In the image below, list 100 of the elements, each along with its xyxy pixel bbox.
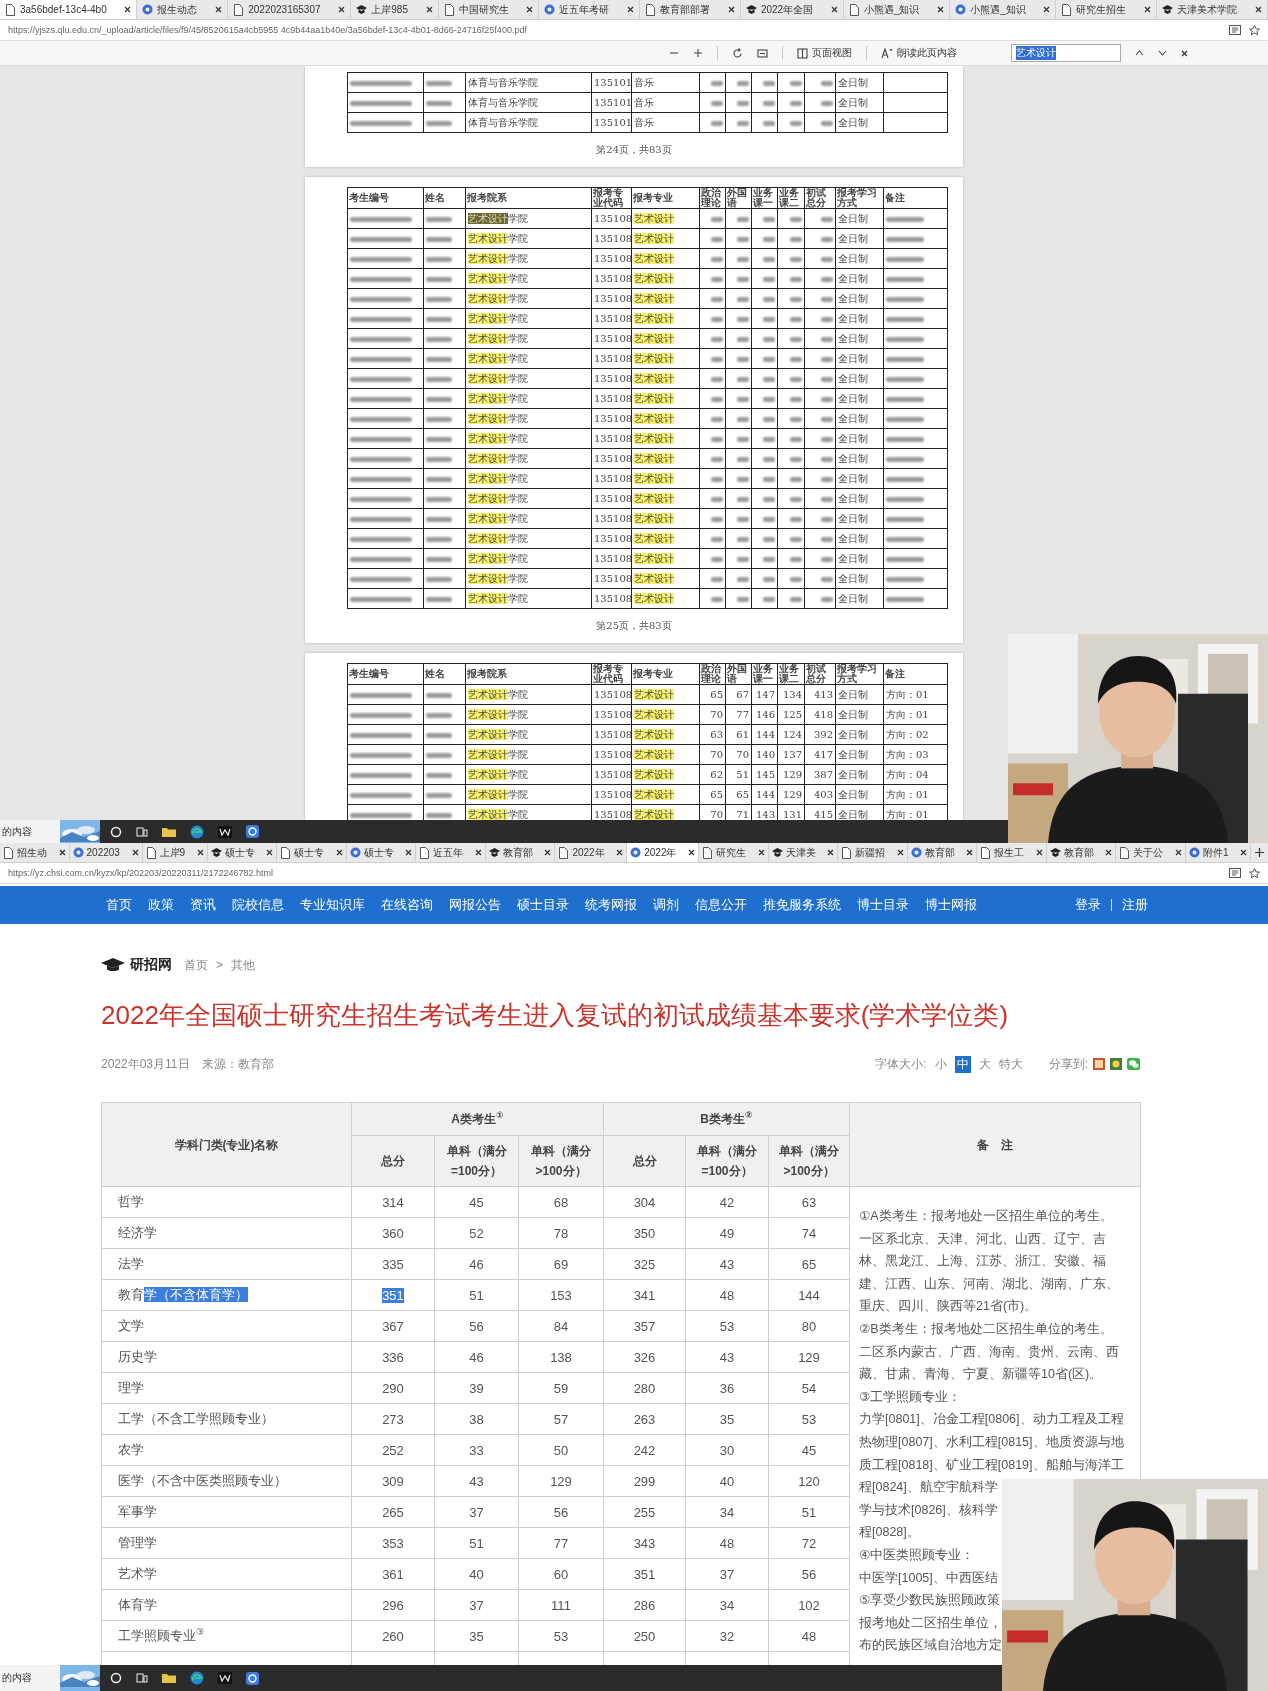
nav-link[interactable]: 信息公开 <box>695 896 747 914</box>
table-cell: 62 <box>710 769 723 780</box>
table-cell: 51 <box>736 769 749 780</box>
table-cell: 242 <box>633 1442 656 1458</box>
table-cell: 59 <box>553 1380 569 1396</box>
nav-link[interactable]: 博士目录 <box>857 896 909 914</box>
table-cell: 全日制 <box>838 352 868 364</box>
table-cell: 51 <box>469 1287 484 1303</box>
browser-tab[interactable]: 附件1 <box>1186 843 1252 862</box>
table-cell: 艺术设计学院 <box>468 688 528 700</box>
table-cell: 137 <box>782 749 802 760</box>
browser-tab[interactable]: 2022年 <box>627 843 700 862</box>
article-source: 来源：教育部 <box>201 1055 274 1073</box>
table-cell: 45 <box>801 1442 817 1458</box>
table-cell: 全日制 <box>838 432 868 444</box>
column-header: 业务课二 <box>779 663 799 684</box>
column-header: 报考专业代码 <box>593 187 623 208</box>
address-field[interactable]: https://yz.chsi.com.cn/kyzx/kp/202203/20220311/2172246782.html <box>8 868 1221 878</box>
table-cell: 法学 <box>118 1256 144 1271</box>
table-cell: 129 <box>782 769 802 780</box>
nav-link[interactable]: 硕士目录 <box>517 896 569 914</box>
table-cell: 43 <box>719 1256 735 1272</box>
note-text: 质工程[0818]、矿业工程[0819]、船舶与海洋工 <box>859 1456 1125 1474</box>
breadcrumb-separator: > <box>216 958 223 972</box>
nav-link[interactable]: 资讯 <box>190 896 216 914</box>
nav-link[interactable]: 政策 <box>148 896 174 914</box>
table-cell: 367 <box>382 1318 404 1334</box>
font-size-option[interactable]: 特大 <box>998 1055 1023 1073</box>
table-cell: 48 <box>801 1628 817 1644</box>
nav-link[interactable]: 调剂 <box>653 896 679 914</box>
table-cell: 309 <box>382 1473 404 1489</box>
table-cell: 全日制 <box>838 532 868 544</box>
table-cell: 艺术设计学院 <box>468 252 528 264</box>
table-cell: 全日制 <box>838 252 868 264</box>
column-header: 总分 <box>632 1154 657 1168</box>
nav-link[interactable]: 统考网报 <box>585 896 637 914</box>
nav-link[interactable]: 专业知识库 <box>300 896 365 914</box>
table-cell: 80 <box>801 1318 817 1334</box>
font-size-option[interactable]: 大 <box>978 1055 991 1073</box>
table-cell: 方向：01 <box>886 708 929 720</box>
read-aloud-button[interactable]: 朗读此页内容 <box>881 46 957 60</box>
table-cell: 78 <box>553 1225 569 1241</box>
note-text: 一区系北京、天津、河北、山西、辽宁、吉 <box>859 1230 1107 1248</box>
nav-link[interactable]: 注册 <box>1122 896 1148 914</box>
column-header: 报考学习方式 <box>837 187 877 208</box>
table-cell: 全日制 <box>838 788 868 800</box>
breadcrumb-link[interactable]: 首页 <box>184 956 208 974</box>
table-cell: 61 <box>736 729 749 740</box>
table-cell: 129 <box>550 1473 572 1489</box>
table-cell: 艺术设计 <box>634 412 674 424</box>
page-view-button[interactable]: 页面视图 <box>797 46 852 60</box>
table-cell: 111 <box>551 1597 571 1613</box>
table-cell: 60 <box>553 1566 569 1582</box>
font-size-option[interactable]: 小 <box>934 1055 947 1073</box>
nav-link[interactable]: 博士网报 <box>925 896 977 914</box>
table-cell: 51 <box>469 1535 484 1551</box>
table-cell: 40 <box>719 1473 735 1489</box>
column-header: 备 注 <box>977 1137 1013 1152</box>
column-header: 业务课一 <box>753 663 773 684</box>
column-header: 姓名 <box>425 668 445 679</box>
nav-link[interactable]: 院校信息 <box>232 896 284 914</box>
nav-link[interactable]: 推免服务系统 <box>763 896 841 914</box>
table-cell: 280 <box>633 1380 656 1396</box>
nav-link[interactable]: 在线咨询 <box>381 896 433 914</box>
nav-link[interactable]: 登录 <box>1075 896 1101 914</box>
note-text: 程[0824]、航空宇航科学 <box>859 1479 999 1497</box>
column-header: 备注 <box>885 192 905 203</box>
nav-link[interactable]: 网报公告 <box>449 896 501 914</box>
site-logo[interactable]: 研招网 <box>130 956 172 974</box>
table-cell: 全日制 <box>838 76 868 88</box>
nav-link[interactable]: 首页 <box>106 896 132 914</box>
table-cell: 260 <box>382 1628 404 1644</box>
table-cell: 艺术学 <box>118 1566 157 1581</box>
font-size-option[interactable]: 中 <box>954 1055 971 1073</box>
column-header: 考生编号 <box>349 668 389 679</box>
table-cell: 艺术设计学院 <box>468 728 528 740</box>
breadcrumb-link[interactable]: 其他 <box>231 956 255 974</box>
note-text: 建、江西、山东、河南、湖北、湖南、广东、 <box>859 1275 1120 1293</box>
table-cell: 52 <box>469 1225 484 1241</box>
find-field[interactable]: 艺术设计 <box>1011 44 1121 62</box>
column-header: 外国语 <box>727 187 747 208</box>
table-cell: 273 <box>382 1411 404 1427</box>
table-cell: 387 <box>813 769 833 780</box>
table-cell: 艺术设计 <box>634 748 674 760</box>
table-cell: 全日制 <box>838 512 868 524</box>
address-field[interactable]: https://yjszs.qlu.edu.cn/_upload/article/files/f9/45/8520615a4cb5955 4c9b44aa1b40e/3a56bdef-13c4-4b01-8d66-24716f25f400.pdf <box>8 25 1221 35</box>
table-cell: 39 <box>469 1380 484 1396</box>
table-cell: 艺术设计学院 <box>468 808 528 820</box>
table-cell: 265 <box>382 1504 404 1520</box>
table-cell: 全日制 <box>838 452 868 464</box>
note-text: 力学[0801]、冶金工程[0806]、动力工程及工程 <box>859 1411 1125 1429</box>
column-header: 初试总分 <box>806 663 826 684</box>
column-header: 报考专业代码 <box>593 663 623 684</box>
table-cell: 经济学 <box>118 1225 157 1240</box>
table-cell: 艺术设计 <box>634 532 674 544</box>
table-cell: 34 <box>719 1597 735 1613</box>
browser-tab[interactable]: 3a56bdef-13c4-4b0 <box>0 0 138 19</box>
table-cell: 144 <box>755 789 775 800</box>
table-cell: 70 <box>710 749 723 760</box>
table-cell: 医学（不含中医类照顾专业） <box>118 1473 287 1488</box>
